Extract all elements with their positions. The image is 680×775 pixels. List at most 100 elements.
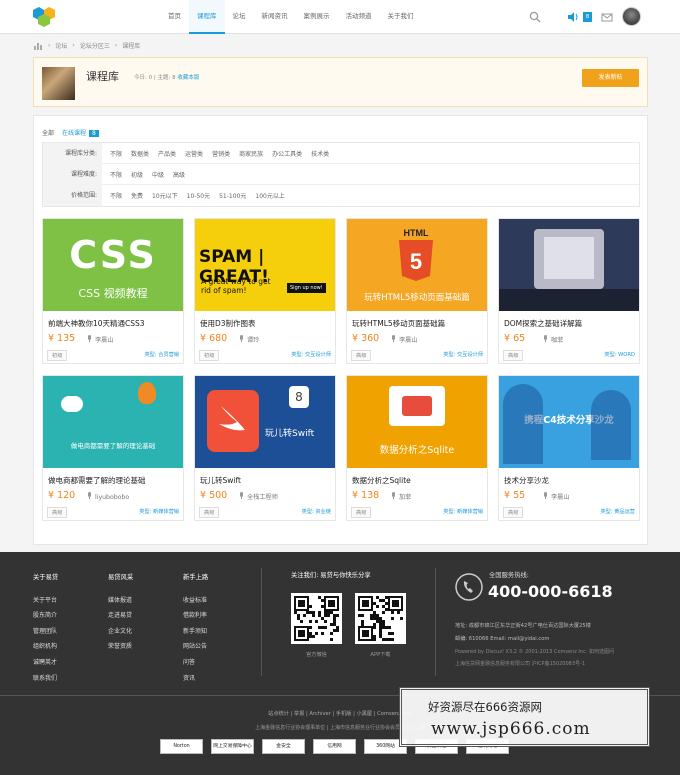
footer-link[interactable]: 问答 <box>183 655 208 671</box>
footer-link[interactable]: 新手须知 <box>183 624 208 640</box>
course-level-tag[interactable]: 高级 <box>351 350 372 361</box>
filter-option[interactable]: 数据类 <box>131 149 149 158</box>
course-card[interactable]: 做电商都需要了解的理论基础 做电商都需要了解的理论基础 ¥ 120 liyubobob… <box>42 375 184 521</box>
course-image[interactable]: 8 玩儿转Swift <box>195 376 335 468</box>
filter-option[interactable]: 100元以上 <box>255 191 284 200</box>
message-count-badge[interactable]: 8 <box>583 12 592 22</box>
course-type[interactable]: 类型: 黄品运营 <box>600 508 635 515</box>
filter-option[interactable]: 办公工具类 <box>272 149 302 158</box>
course-name[interactable]: 使用D3制作图表 <box>200 318 256 329</box>
course-author[interactable]: liyubobobo <box>87 492 129 501</box>
nav-item-3[interactable]: 新闻资讯 <box>254 0 296 34</box>
filter-option[interactable]: 技术类 <box>311 149 329 158</box>
footer-link[interactable]: 媒体报道 <box>108 593 133 609</box>
course-level-tag[interactable]: 高级 <box>503 507 524 518</box>
course-image[interactable]: 携程C4技术分享沙龙 <box>499 376 639 468</box>
course-image[interactable] <box>499 219 639 311</box>
course-level-tag[interactable]: 高级 <box>503 350 524 361</box>
course-card[interactable]: CSS CSS 视频教程 前端大神教你10天精通CSS3 ¥ 135 李晨山 初级 类型: … <box>42 218 184 364</box>
course-card[interactable]: SPAM | GREAT! A great way to get rid of s… <box>194 218 336 364</box>
course-type[interactable]: 类型: 新媒体营销 <box>139 508 179 515</box>
filter-option[interactable]: 中级 <box>152 170 164 179</box>
course-name[interactable]: 玩儿转Swift <box>200 475 241 486</box>
course-author[interactable]: 全栈工程师 <box>239 492 278 501</box>
filter-option[interactable]: 不限 <box>110 170 122 179</box>
cert-badge[interactable]: 信用网 <box>313 739 356 754</box>
course-author[interactable]: 谭玲 <box>239 335 259 344</box>
filter-option[interactable]: 不限 <box>110 191 122 200</box>
footer-link[interactable]: 管理团队 <box>33 624 58 640</box>
course-image[interactable]: 做电商都需要了解的理论基础 <box>43 376 183 468</box>
course-level-tag[interactable]: 高级 <box>47 507 68 518</box>
course-type[interactable]: 类型: 交互设计师 <box>291 351 331 358</box>
filter-option[interactable]: 51-100元 <box>219 191 246 200</box>
nav-item-6[interactable]: 关于我们 <box>380 0 422 34</box>
hotline-number[interactable]: 400-000-6618 <box>488 582 613 601</box>
course-image[interactable]: HTML 5 玩转HTML5移动页面基础篇 <box>347 219 487 311</box>
footer-link[interactable]: 走进易贷 <box>108 608 133 624</box>
nav-item-0[interactable]: 首页 <box>160 0 189 34</box>
filter-option[interactable]: 营销类 <box>212 149 230 158</box>
search-icon[interactable] <box>529 11 541 23</box>
filter-option[interactable]: 产品类 <box>158 149 176 158</box>
course-author[interactable]: 咖菲 <box>543 335 563 344</box>
nav-item-4[interactable]: 案例展示 <box>296 0 338 34</box>
cert-badge[interactable]: Norton <box>160 739 203 754</box>
course-card[interactable]: 数据分析之Sqlite 数据分析之Sqlite ¥ 138 加菲 高级 类型: 新媒体营销 <box>346 375 488 521</box>
course-author[interactable]: 李晨山 <box>87 335 114 344</box>
footer-link[interactable]: 借款利率 <box>183 608 208 624</box>
footer-link[interactable]: 荣誉资质 <box>108 639 133 655</box>
course-type[interactable]: 类型: 新媒体营销 <box>443 508 483 515</box>
site-logo-icon[interactable] <box>31 6 57 28</box>
filter-option[interactable]: 高级 <box>173 170 185 179</box>
course-author[interactable]: 加菲 <box>391 492 411 501</box>
tab-all[interactable]: 全部 <box>42 128 54 137</box>
speaker-icon[interactable] <box>567 11 579 23</box>
filter-option[interactable]: 免费 <box>131 191 143 200</box>
filter-option[interactable]: 商家民族 <box>239 149 263 158</box>
course-name[interactable]: 做电商都需要了解的理论基础 <box>48 475 146 486</box>
course-card[interactable]: HTML 5 玩转HTML5移动页面基础篇 玩转HTML5移动页面基础篇 ¥ 360 李晨… <box>346 218 488 364</box>
footer-link[interactable]: 资讯 <box>183 671 208 687</box>
filter-option[interactable]: 运营类 <box>185 149 203 158</box>
course-author[interactable]: 李晨山 <box>543 492 570 501</box>
course-type[interactable]: 类型: WORD <box>604 351 635 358</box>
footer-link[interactable]: 股东简介 <box>33 608 58 624</box>
course-image[interactable]: SPAM | GREAT! A great way to get rid of s… <box>195 219 335 311</box>
course-name[interactable]: 前端大神教你10天精通CSS3 <box>48 318 145 329</box>
course-level-tag[interactable]: 初级 <box>47 350 68 361</box>
home-chart-icon[interactable] <box>34 42 43 50</box>
course-author[interactable]: 李晨山 <box>391 335 418 344</box>
footer-link[interactable]: 组织机构 <box>33 639 58 655</box>
filter-option[interactable]: 10元以下 <box>152 191 178 200</box>
new-post-button[interactable]: 发表新帖 <box>582 69 639 87</box>
course-level-tag[interactable]: 高级 <box>199 507 220 518</box>
tab-online[interactable]: 在线课程 8 <box>62 128 99 137</box>
footer-link[interactable]: 收益标准 <box>183 593 208 609</box>
nav-item-1[interactable]: 课程库 <box>189 0 225 34</box>
course-type[interactable]: 类型: 资业链 <box>302 508 331 515</box>
mail-icon[interactable] <box>601 11 613 23</box>
favorite-link[interactable]: 收藏本版 <box>177 75 199 81</box>
nav-item-2[interactable]: 论坛 <box>225 0 254 34</box>
footer-link[interactable]: 联系我们 <box>33 671 58 687</box>
footer-link[interactable]: 关于平台 <box>33 593 58 609</box>
nav-item-5[interactable]: 活动频道 <box>338 0 380 34</box>
cert-badge[interactable]: 网上交易保障中心 <box>211 739 254 754</box>
breadcrumb-section[interactable]: 论坛分区三 <box>80 41 110 50</box>
cert-badge[interactable]: 金安全 <box>262 739 305 754</box>
course-level-tag[interactable]: 高级 <box>351 507 372 518</box>
course-card[interactable]: 携程C4技术分享沙龙 技术分享沙龙 ¥ 55 李晨山 高级 类型: 黄品运营 <box>498 375 640 521</box>
course-name[interactable]: 玩转HTML5移动页面基础篇 <box>352 318 445 329</box>
filter-option[interactable]: 不限 <box>110 149 122 158</box>
footer-link[interactable]: 企业文化 <box>108 624 133 640</box>
course-card[interactable]: DOM探索之基础详解篇 ¥ 65 咖菲 高级 类型: WORD <box>498 218 640 364</box>
course-image[interactable]: CSS CSS 视频教程 <box>43 219 183 311</box>
filter-option[interactable]: 初级 <box>131 170 143 179</box>
course-name[interactable]: DOM探索之基础详解篇 <box>504 318 582 329</box>
course-level-tag[interactable]: 初级 <box>199 350 220 361</box>
course-type[interactable]: 类型: 交互设计师 <box>443 351 483 358</box>
course-type[interactable]: 类型: 合员营销 <box>144 351 179 358</box>
user-avatar[interactable] <box>622 7 641 26</box>
course-image[interactable]: 数据分析之Sqlite <box>347 376 487 468</box>
